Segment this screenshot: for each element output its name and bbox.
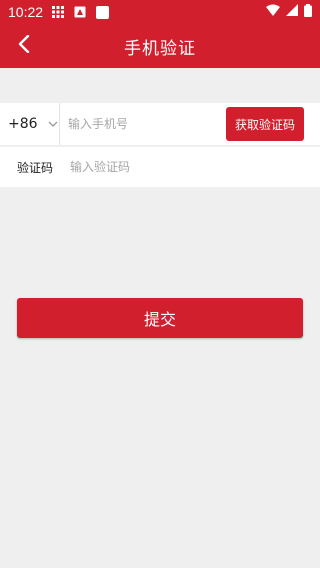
code-label: 验证码 (17, 160, 54, 175)
code-row: 验证码 (0, 147, 320, 187)
square-notification-icon (95, 5, 109, 19)
back-button[interactable] (10, 32, 38, 60)
country-code-value: +86 (8, 116, 38, 132)
chevron-left-icon (18, 34, 30, 57)
battery-icon (304, 3, 312, 21)
signal-icon (286, 4, 298, 20)
phone-row: +86 获取验证码 (0, 103, 320, 145)
country-code-selector[interactable]: +86 (0, 103, 60, 145)
app-bar: 手机验证 (0, 24, 320, 68)
chevron-down-icon (48, 121, 58, 127)
image-notification-icon (73, 5, 87, 19)
phone-input[interactable] (68, 103, 226, 145)
code-input[interactable] (70, 147, 320, 187)
status-right-icons (266, 3, 312, 21)
get-code-button[interactable]: 获取验证码 (226, 107, 304, 141)
grid-icon (51, 5, 65, 19)
submit-button[interactable]: 提交 (17, 298, 303, 338)
status-bar: 10:22 (0, 0, 320, 24)
page-title: 手机验证 (124, 38, 196, 59)
status-time: 10:22 (8, 4, 44, 20)
wifi-icon (266, 4, 280, 20)
